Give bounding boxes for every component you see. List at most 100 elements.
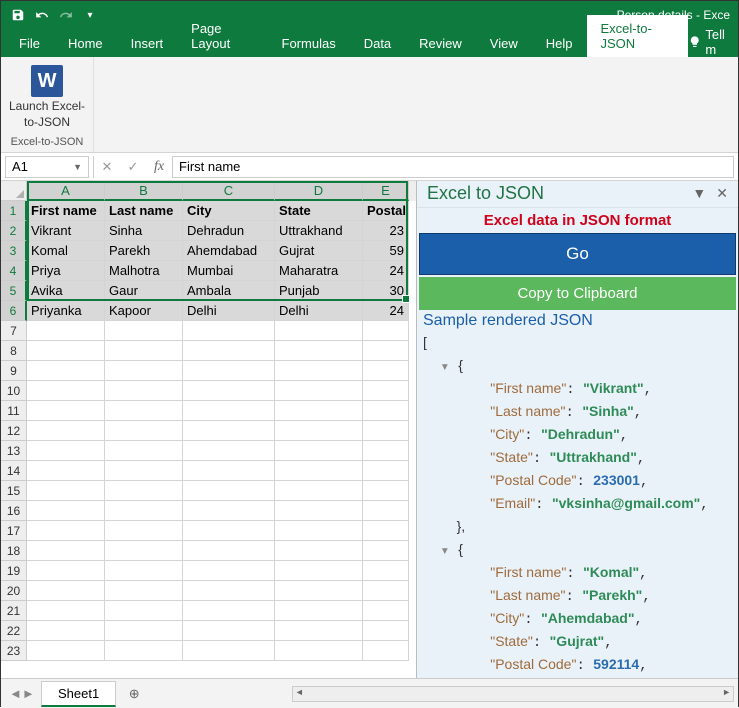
cell[interactable] [363, 601, 409, 621]
cell[interactable] [105, 641, 183, 661]
cell[interactable] [183, 621, 275, 641]
name-box[interactable]: A1 ▼ [5, 156, 89, 178]
cell[interactable] [27, 461, 105, 481]
cell[interactable]: State [275, 201, 363, 221]
cell[interactable]: Postal C [363, 201, 409, 221]
cell[interactable] [27, 581, 105, 601]
cell[interactable] [183, 421, 275, 441]
tab-page-layout[interactable]: Page Layout [177, 15, 267, 57]
cell[interactable] [105, 481, 183, 501]
tell-me[interactable]: Tell m [688, 27, 738, 57]
cell[interactable] [183, 361, 275, 381]
cell[interactable] [105, 581, 183, 601]
go-button[interactable]: Go [419, 233, 736, 275]
cell[interactable] [183, 341, 275, 361]
tab-formulas[interactable]: Formulas [268, 30, 350, 57]
cell[interactable] [105, 561, 183, 581]
cell[interactable]: Vikrant [27, 221, 105, 241]
cell[interactable] [27, 521, 105, 541]
column-header[interactable]: D [275, 181, 363, 201]
cell[interactable] [275, 461, 363, 481]
cell[interactable]: Delhi [183, 301, 275, 321]
cell[interactable] [183, 441, 275, 461]
cell[interactable] [183, 481, 275, 501]
cell[interactable] [363, 621, 409, 641]
cell[interactable]: Uttrakhand [275, 221, 363, 241]
cell[interactable] [27, 601, 105, 621]
cell[interactable] [105, 441, 183, 461]
column-header[interactable]: E [363, 181, 409, 201]
tab-insert[interactable]: Insert [117, 30, 178, 57]
row-header[interactable]: 4 [1, 261, 27, 281]
cell[interactable] [183, 641, 275, 661]
cell[interactable] [275, 641, 363, 661]
cell[interactable] [363, 441, 409, 461]
cell[interactable]: Punjab [275, 281, 363, 301]
cell[interactable]: 59 [363, 241, 409, 261]
cell[interactable]: Gujrat [275, 241, 363, 261]
cell[interactable] [275, 401, 363, 421]
cell[interactable] [363, 341, 409, 361]
cell[interactable]: Priya [27, 261, 105, 281]
pane-menu-icon[interactable]: ▼ [692, 185, 706, 202]
cell[interactable]: Parekh [105, 241, 183, 261]
row-header[interactable]: 14 [1, 461, 27, 481]
tab-file[interactable]: File [5, 30, 54, 57]
tab-excel-to-json[interactable]: Excel-to-JSON [587, 15, 688, 57]
row-header[interactable]: 13 [1, 441, 27, 461]
row-header[interactable]: 8 [1, 341, 27, 361]
cell[interactable] [275, 421, 363, 441]
cell[interactable] [105, 341, 183, 361]
sheet-nav[interactable]: ◄► [1, 686, 41, 701]
cell[interactable]: Ambala [183, 281, 275, 301]
formula-input[interactable]: First name [172, 156, 734, 178]
row-header[interactable]: 22 [1, 621, 27, 641]
cell[interactable] [183, 381, 275, 401]
row-header[interactable]: 7 [1, 321, 27, 341]
row-header[interactable]: 17 [1, 521, 27, 541]
spreadsheet-grid[interactable]: ABCDE 1First nameLast nameCityStatePosta… [1, 181, 416, 678]
cell[interactable] [183, 581, 275, 601]
cell[interactable]: Avika [27, 281, 105, 301]
row-header[interactable]: 23 [1, 641, 27, 661]
row-header[interactable]: 2 [1, 221, 27, 241]
cell[interactable]: 24 [363, 301, 409, 321]
cell[interactable] [275, 521, 363, 541]
cell[interactable] [27, 321, 105, 341]
row-header[interactable]: 11 [1, 401, 27, 421]
tab-help[interactable]: Help [532, 30, 587, 57]
cell[interactable]: Dehradun [183, 221, 275, 241]
cell[interactable] [363, 461, 409, 481]
cell[interactable] [275, 621, 363, 641]
cell[interactable] [183, 461, 275, 481]
cell[interactable]: Komal [27, 241, 105, 261]
cell[interactable] [27, 541, 105, 561]
cell[interactable] [27, 381, 105, 401]
column-header[interactable]: A [27, 181, 105, 201]
cell[interactable] [275, 481, 363, 501]
cell[interactable] [363, 641, 409, 661]
cell[interactable] [27, 501, 105, 521]
row-header[interactable]: 18 [1, 541, 27, 561]
cell[interactable]: Sinha [105, 221, 183, 241]
cell[interactable] [105, 621, 183, 641]
cell[interactable]: Mumbai [183, 261, 275, 281]
row-header[interactable]: 16 [1, 501, 27, 521]
horizontal-scrollbar[interactable] [292, 686, 734, 702]
cell[interactable] [275, 441, 363, 461]
tab-data[interactable]: Data [350, 30, 405, 57]
cell[interactable] [363, 581, 409, 601]
column-header[interactable]: C [183, 181, 275, 201]
cell[interactable] [27, 481, 105, 501]
cell[interactable] [275, 501, 363, 521]
cell[interactable]: 23 [363, 221, 409, 241]
cell[interactable] [27, 421, 105, 441]
cell[interactable] [183, 561, 275, 581]
cancel-formula-icon[interactable]: ✕ [94, 156, 120, 178]
cell[interactable] [105, 601, 183, 621]
cell[interactable] [363, 321, 409, 341]
accept-formula-icon[interactable]: ✓ [120, 156, 146, 178]
cell[interactable] [275, 561, 363, 581]
row-header[interactable]: 3 [1, 241, 27, 261]
cell[interactable] [275, 541, 363, 561]
